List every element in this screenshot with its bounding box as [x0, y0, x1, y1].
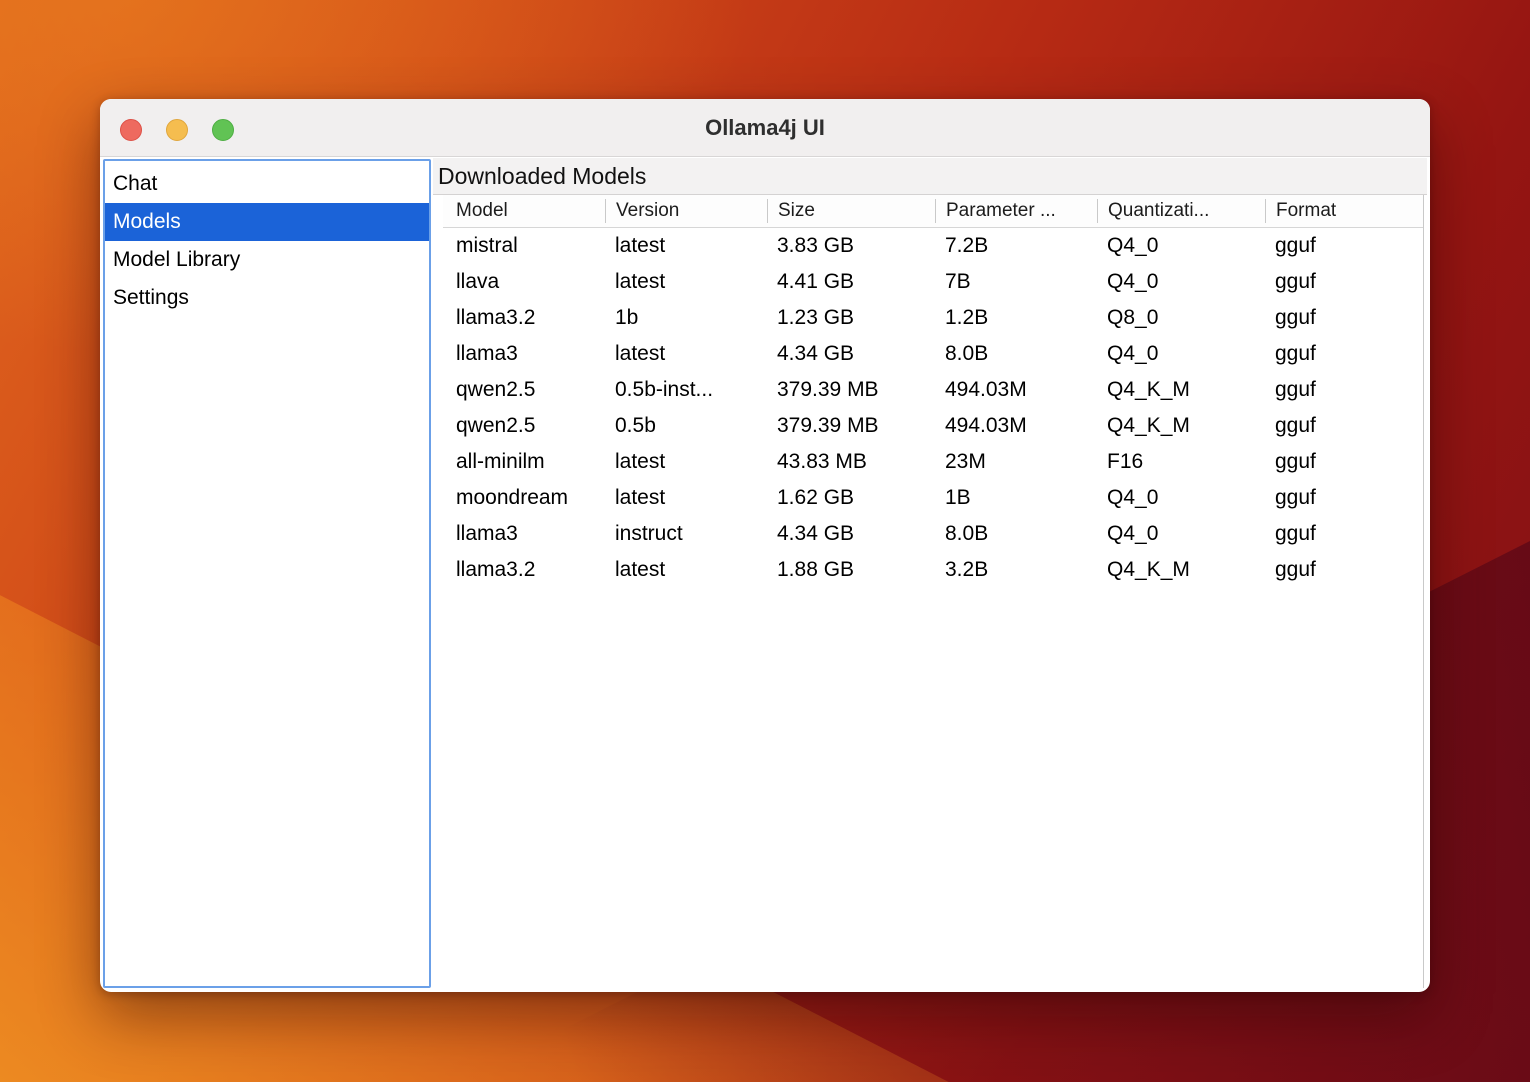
- table-row[interactable]: qwen2.50.5b379.39 MB494.03MQ4_K_Mgguf: [443, 408, 1423, 444]
- table-cell: 494.03M: [935, 378, 1097, 402]
- table-row[interactable]: llama3.21b1.23 GB1.2BQ8_0gguf: [443, 300, 1423, 336]
- table-row[interactable]: qwen2.50.5b-inst...379.39 MB494.03MQ4_K_…: [443, 372, 1423, 408]
- table-cell: latest: [605, 450, 767, 474]
- table-cell: 23M: [935, 450, 1097, 474]
- table-cell: latest: [605, 234, 767, 258]
- table-body: mistrallatest3.83 GB7.2BQ4_0ggufllavalat…: [443, 228, 1423, 588]
- column-header[interactable]: Size: [767, 199, 935, 223]
- table-row[interactable]: llama3instruct4.34 GB8.0BQ4_0gguf: [443, 516, 1423, 552]
- page-title: Downloaded Models: [438, 163, 646, 190]
- close-button[interactable]: [120, 119, 142, 141]
- table-row[interactable]: llama3latest4.34 GB8.0BQ4_0gguf: [443, 336, 1423, 372]
- table-cell: latest: [605, 342, 767, 366]
- table-cell: 4.34 GB: [767, 522, 935, 546]
- table-cell: mistral: [443, 234, 605, 258]
- table-row[interactable]: llavalatest4.41 GB7BQ4_0gguf: [443, 264, 1423, 300]
- table-cell: 8.0B: [935, 342, 1097, 366]
- table-cell: 1.23 GB: [767, 306, 935, 330]
- minimize-button[interactable]: [166, 119, 188, 141]
- table-cell: llama3.2: [443, 558, 605, 582]
- titlebar[interactable]: Ollama4j UI: [100, 99, 1430, 157]
- table-cell: qwen2.5: [443, 378, 605, 402]
- table-cell: gguf: [1265, 306, 1423, 330]
- window-controls: [120, 119, 234, 141]
- table-cell: 1.62 GB: [767, 486, 935, 510]
- column-header[interactable]: Model: [443, 199, 605, 223]
- table-cell: instruct: [605, 522, 767, 546]
- table-cell: gguf: [1265, 486, 1423, 510]
- table-cell: 379.39 MB: [767, 414, 935, 438]
- table-cell: latest: [605, 270, 767, 294]
- table-cell: Q4_K_M: [1097, 558, 1265, 582]
- table-cell: F16: [1097, 450, 1265, 474]
- table-cell: 3.2B: [935, 558, 1097, 582]
- table-cell: Q4_0: [1097, 270, 1265, 294]
- table-cell: 1b: [605, 306, 767, 330]
- models-table: ModelVersionSizeParameter ...Quantizati.…: [443, 195, 1424, 988]
- table-cell: Q4_0: [1097, 342, 1265, 366]
- table-cell: llava: [443, 270, 605, 294]
- table-cell: 7B: [935, 270, 1097, 294]
- table-cell: llama3: [443, 522, 605, 546]
- table-cell: all-minilm: [443, 450, 605, 474]
- table-cell: 1.88 GB: [767, 558, 935, 582]
- sidebar-item-model-library[interactable]: Model Library: [105, 241, 429, 279]
- zoom-button[interactable]: [212, 119, 234, 141]
- column-header[interactable]: Version: [605, 199, 767, 223]
- table-cell: Q4_K_M: [1097, 378, 1265, 402]
- table-row[interactable]: mistrallatest3.83 GB7.2BQ4_0gguf: [443, 228, 1423, 264]
- table-cell: qwen2.5: [443, 414, 605, 438]
- table-row[interactable]: all-minilmlatest43.83 MB23MF16gguf: [443, 444, 1423, 480]
- table-cell: moondream: [443, 486, 605, 510]
- table-cell: Q4_0: [1097, 486, 1265, 510]
- table-cell: gguf: [1265, 522, 1423, 546]
- table-cell: gguf: [1265, 450, 1423, 474]
- table-cell: 3.83 GB: [767, 234, 935, 258]
- table-cell: 4.34 GB: [767, 342, 935, 366]
- table-cell: 1.2B: [935, 306, 1097, 330]
- table-cell: gguf: [1265, 270, 1423, 294]
- window-title: Ollama4j UI: [705, 115, 825, 141]
- column-header[interactable]: Quantizati...: [1097, 199, 1265, 223]
- table-cell: gguf: [1265, 234, 1423, 258]
- table-cell: gguf: [1265, 558, 1423, 582]
- table-cell: latest: [605, 486, 767, 510]
- table-row[interactable]: llama3.2latest1.88 GB3.2BQ4_K_Mgguf: [443, 552, 1423, 588]
- table-cell: llama3.2: [443, 306, 605, 330]
- table-cell: 0.5b-inst...: [605, 378, 767, 402]
- table-cell: 494.03M: [935, 414, 1097, 438]
- app-window: Ollama4j UI ChatModelsModel LibrarySetti…: [100, 99, 1430, 992]
- table-cell: 379.39 MB: [767, 378, 935, 402]
- table-cell: Q4_0: [1097, 234, 1265, 258]
- main-heading-strip: Downloaded Models: [433, 158, 1427, 195]
- table-cell: 1B: [935, 486, 1097, 510]
- table-cell: gguf: [1265, 378, 1423, 402]
- table-cell: 0.5b: [605, 414, 767, 438]
- main-panel: Downloaded Models ModelVersionSizeParame…: [433, 158, 1427, 988]
- column-header[interactable]: Format: [1265, 199, 1423, 223]
- table-header: ModelVersionSizeParameter ...Quantizati.…: [443, 195, 1423, 228]
- sidebar-item-settings[interactable]: Settings: [105, 279, 429, 317]
- table-cell: 43.83 MB: [767, 450, 935, 474]
- sidebar-item-models[interactable]: Models: [105, 203, 429, 241]
- table-cell: gguf: [1265, 342, 1423, 366]
- table-cell: latest: [605, 558, 767, 582]
- table-cell: gguf: [1265, 414, 1423, 438]
- table-cell: llama3: [443, 342, 605, 366]
- table-cell: 8.0B: [935, 522, 1097, 546]
- table-cell: 4.41 GB: [767, 270, 935, 294]
- table-cell: 7.2B: [935, 234, 1097, 258]
- table-cell: Q8_0: [1097, 306, 1265, 330]
- table-cell: Q4_0: [1097, 522, 1265, 546]
- table-cell: Q4_K_M: [1097, 414, 1265, 438]
- sidebar-list: ChatModelsModel LibrarySettings: [103, 159, 431, 988]
- column-header[interactable]: Parameter ...: [935, 199, 1097, 223]
- table-row[interactable]: moondreamlatest1.62 GB1BQ4_0gguf: [443, 480, 1423, 516]
- sidebar-item-chat[interactable]: Chat: [105, 165, 429, 203]
